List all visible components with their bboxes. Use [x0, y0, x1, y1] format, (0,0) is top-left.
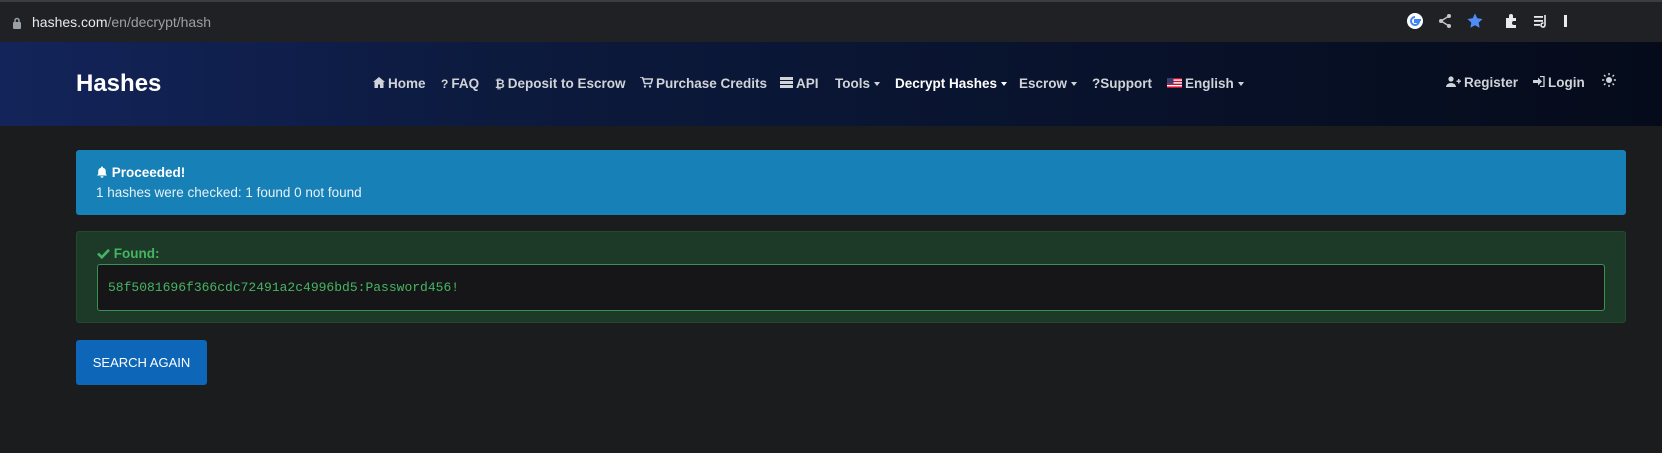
nav-purchase-credits[interactable]: Purchase Credits: [640, 76, 767, 91]
nav-api[interactable]: API: [780, 76, 819, 91]
url-path: /en/decrypt/hash: [107, 14, 211, 30]
user-plus-icon: [1446, 76, 1461, 90]
nav-tools-label: Tools: [835, 76, 870, 91]
site-logo[interactable]: Hashes: [76, 70, 161, 98]
found-title-text: Found:: [113, 246, 160, 261]
nav-escrow-dropdown[interactable]: Escrow: [1019, 76, 1078, 91]
reading-list-icon[interactable]: [1532, 12, 1550, 30]
proceeded-title: Proceeded!: [96, 165, 185, 180]
theme-toggle-button[interactable]: [1602, 73, 1616, 90]
question-icon: ?: [441, 77, 449, 91]
sign-in-icon: [1533, 75, 1545, 90]
register-link[interactable]: Register: [1446, 75, 1518, 90]
address-bar[interactable]: hashes.com/en/decrypt/hash: [32, 14, 211, 30]
proceeded-message: 1 hashes were checked: 1 found 0 not fou…: [96, 185, 362, 200]
sidebar-icon[interactable]: [1564, 12, 1570, 30]
proceeded-title-text: Proceeded!: [111, 165, 186, 180]
us-flag-icon: [1167, 77, 1182, 91]
nav-home[interactable]: Home: [373, 76, 426, 91]
nav-faq-label: FAQ: [451, 76, 480, 91]
nav-home-label: Home: [388, 76, 426, 91]
home-icon: [373, 77, 385, 91]
bitcoin-icon: ₿: [495, 77, 505, 91]
google-icon[interactable]: [1406, 12, 1424, 30]
found-result-field[interactable]: 58f5081696f366cdc72491a2c4996bd5:Passwor…: [97, 264, 1605, 311]
url-host: hashes.com: [32, 14, 108, 30]
share-icon[interactable]: [1436, 12, 1454, 30]
nav-deposit-escrow[interactable]: ₿ Deposit to Escrow: [495, 76, 626, 91]
caret-down-icon: [1071, 82, 1078, 87]
nav-language-label: English: [1185, 76, 1234, 91]
login-link[interactable]: Login: [1533, 75, 1585, 90]
sun-icon: [1602, 73, 1616, 90]
search-again-button[interactable]: SEARCH AGAIN: [76, 340, 207, 385]
nav-api-label: API: [796, 76, 819, 91]
nav-purchase-label: Purchase Credits: [656, 76, 768, 91]
server-icon: [780, 77, 793, 91]
nav-language-dropdown[interactable]: English: [1167, 76, 1244, 91]
nav-faq[interactable]: ? FAQ: [441, 76, 479, 91]
caret-down-icon: [1001, 82, 1008, 87]
register-label: Register: [1464, 75, 1519, 90]
browser-toolbar: hashes.com/en/decrypt/hash: [0, 0, 1662, 42]
nav-decrypt-label: Decrypt Hashes: [895, 76, 998, 91]
proceeded-alert: Proceeded! 1 hashes were checked: 1 foun…: [76, 150, 1626, 215]
caret-down-icon: [1237, 82, 1244, 87]
found-result-value: 58f5081696f366cdc72491a2c4996bd5:Passwor…: [108, 280, 460, 295]
nav-escrow-label: Escrow: [1019, 76, 1068, 91]
lock-icon: [12, 16, 22, 34]
nav-tools-dropdown[interactable]: Tools: [835, 76, 880, 91]
found-title: Found:: [97, 246, 160, 261]
check-icon: [97, 246, 114, 261]
bookmark-star-icon[interactable]: [1466, 12, 1484, 30]
extensions-icon[interactable]: [1502, 12, 1520, 30]
nav-support[interactable]: ?Support: [1092, 76, 1152, 91]
found-alert: Found: 58f5081696f366cdc72491a2c4996bd5:…: [76, 231, 1626, 323]
nav-decrypt-hashes-dropdown[interactable]: Decrypt Hashes: [895, 76, 1008, 91]
login-label: Login: [1548, 75, 1585, 90]
nav-support-label: ?Support: [1092, 76, 1152, 91]
nav-deposit-label: Deposit to Escrow: [507, 76, 626, 91]
site-navbar: Hashes Home ? FAQ ₿ Deposit to Escrow Purc…: [0, 42, 1662, 126]
bell-icon: [96, 165, 112, 180]
caret-down-icon: [874, 82, 880, 87]
cart-icon: [640, 76, 654, 91]
